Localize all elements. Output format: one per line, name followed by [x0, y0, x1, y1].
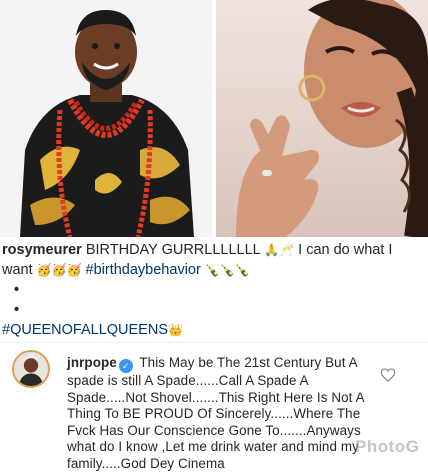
comment-username[interactable]: jnrpope: [67, 355, 117, 370]
caption-emoji-party: 🥳🥳🥳: [36, 263, 82, 277]
post-caption: rosymeurer BIRTHDAY GURRLLLLLLL 🙏🥂 I can…: [0, 240, 422, 340]
comment-text: This May be The 21st Century But A spade…: [67, 355, 364, 471]
caption-emoji-crown: 👑: [168, 323, 183, 337]
caption-username[interactable]: rosymeurer: [2, 242, 82, 258]
hashtag-birthdaybehavior[interactable]: #birthdaybehavior: [86, 262, 201, 278]
photo-man-traditional-attire[interactable]: [0, 0, 212, 237]
caption-dot-1: •: [14, 282, 20, 298]
caption-text-1: BIRTHDAY GURRLLLLLLL: [85, 242, 261, 258]
photo-woman-selfie[interactable]: [216, 0, 428, 237]
post-photos: [0, 0, 428, 237]
avatar[interactable]: [12, 350, 50, 388]
verified-badge-icon: ✓: [118, 359, 133, 373]
caption-emoji-pray-cheers: 🙏🥂: [264, 243, 295, 257]
section-divider: [0, 342, 428, 343]
hashtag-queenofallqueens[interactable]: #QUEENOFALLQUEENS: [2, 322, 168, 338]
caption-dot-2: •: [14, 302, 20, 318]
caption-emoji-bottles: 🍾🍾🍾: [204, 263, 250, 277]
watermark: PhotoG: [355, 437, 420, 456]
heart-outline-icon[interactable]: [380, 367, 396, 383]
comment-body: jnrpope ✓ This May be The 21st Century Bu…: [67, 355, 367, 473]
